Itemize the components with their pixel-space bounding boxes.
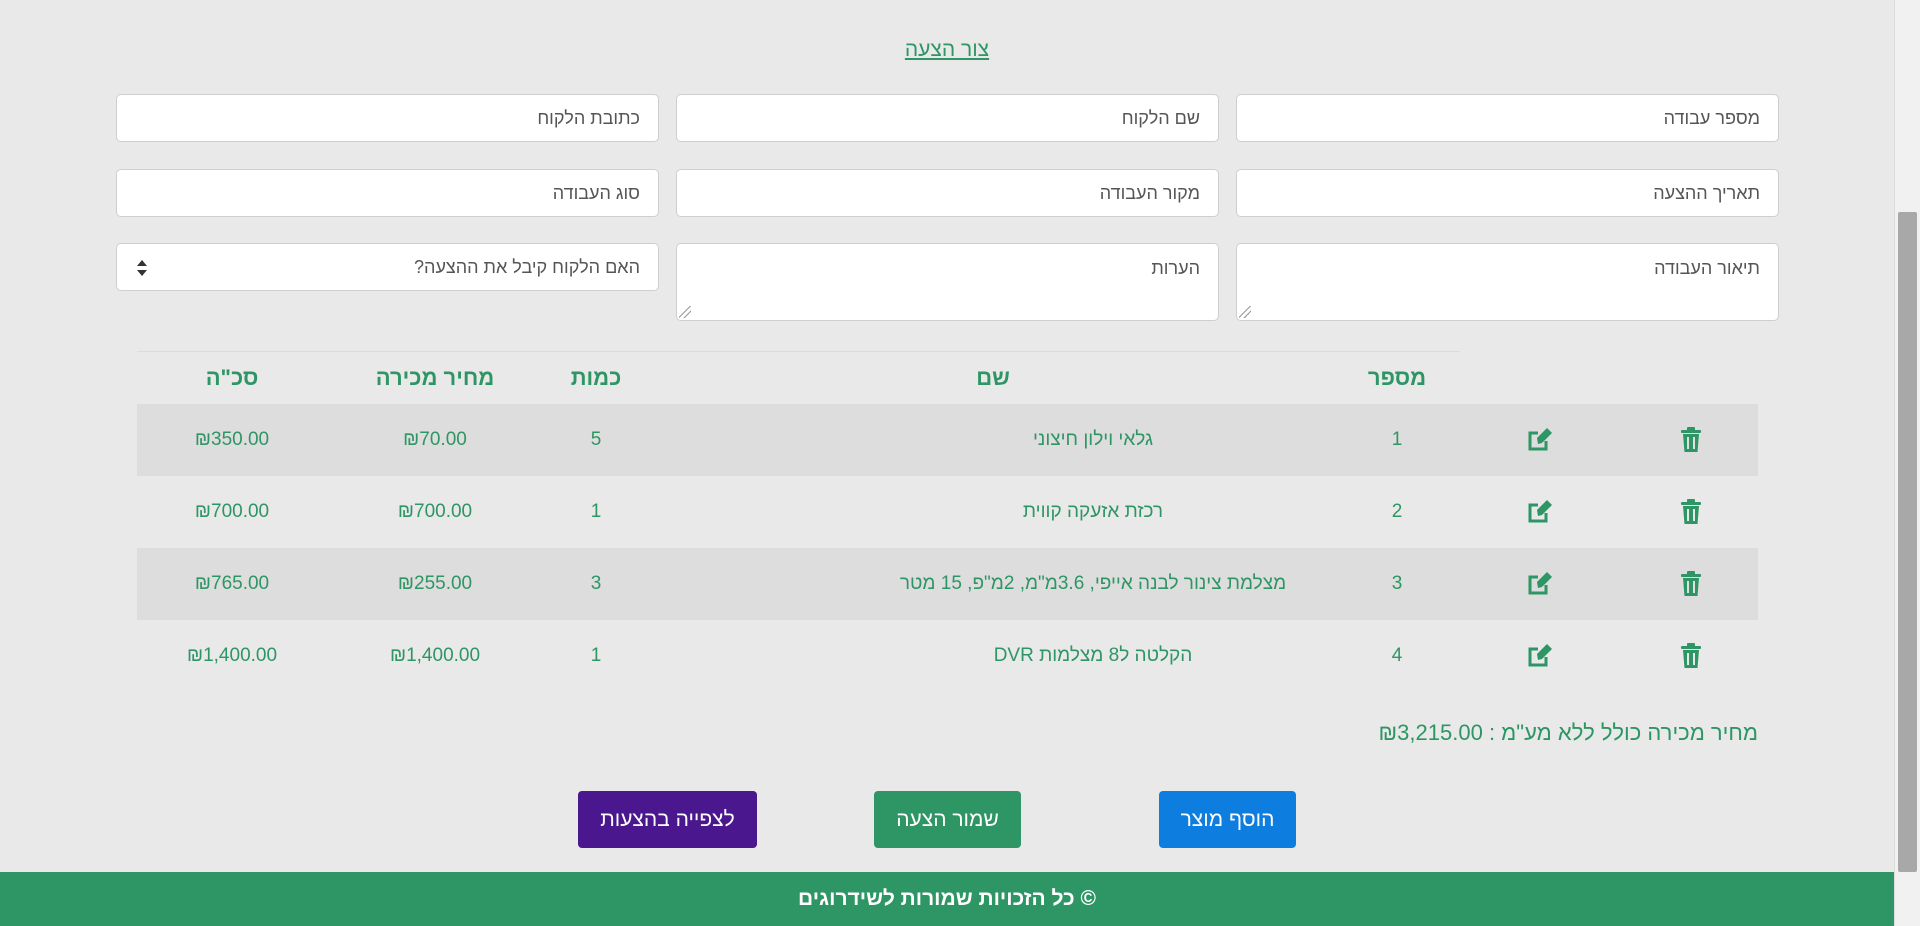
row-price: ₪1,400.00 — [389, 645, 481, 666]
row-total: ₪700.00 — [194, 501, 270, 522]
customer-name-field[interactable]: שם הלקוח — [676, 94, 1219, 142]
work-number-placeholder: מספר עבודה — [1663, 108, 1760, 128]
offer-accepted-select[interactable]: האם הלקוח קיבל את ההצעה? — [116, 243, 659, 291]
vertical-scrollbar[interactable] — [1894, 0, 1920, 926]
total-price-line: מחיר מכירה כולל ללא מע"מ : ₪3,215.00 — [1378, 720, 1759, 745]
edit-icon — [1528, 500, 1552, 523]
customer-address-field[interactable]: כתובת הלקוח — [116, 94, 659, 142]
view-offers-button[interactable]: לצפייה בהצעות — [578, 791, 757, 848]
table-row: 3 מצלמת צינור לבנה אייפי, 3.6מ"מ, 2מ"פ, … — [137, 548, 1758, 620]
table-header-top-border — [137, 351, 1460, 352]
row-total: ₪1,400.00 — [186, 645, 278, 666]
work-type-field[interactable]: סוג העבודה — [116, 169, 659, 217]
edit-row-button[interactable] — [1526, 498, 1554, 526]
row-name: הקלטה ל8 מצלמות DVR — [993, 645, 1193, 666]
delete-row-button[interactable] — [1677, 642, 1705, 670]
trash-icon — [1681, 499, 1701, 524]
work-number-field[interactable]: מספר עבודה — [1236, 94, 1779, 142]
edit-icon — [1528, 644, 1552, 667]
row-name: גלאי וילון חיצוני — [1032, 429, 1153, 450]
row-name: מצלמת צינור לבנה אייפי, 3.6מ"מ, 2מ"פ, 15… — [899, 573, 1287, 594]
delete-row-button[interactable] — [1677, 498, 1705, 526]
offer-accepted-selected-value: האם הלקוח קיבל את ההצעה? — [414, 257, 640, 277]
resize-grip-icon[interactable] — [679, 306, 691, 318]
column-header-total: סכ"ה — [205, 365, 259, 390]
table-row: 1 גלאי וילון חיצוני 5 ₪70.00 ₪350.00 — [137, 404, 1758, 476]
customer-address-placeholder: כתובת הלקוח — [537, 108, 640, 128]
work-source-field[interactable]: מקור העבודה — [676, 169, 1219, 217]
work-source-placeholder: מקור העבודה — [1099, 183, 1200, 203]
footer-copyright: © כל הזכויות שמורות לשידרוגים — [0, 872, 1894, 926]
row-total: ₪350.00 — [194, 429, 270, 450]
trash-icon — [1681, 643, 1701, 668]
notes-textarea[interactable]: הערות — [676, 243, 1219, 321]
save-offer-button[interactable]: שמור הצעה — [874, 791, 1021, 848]
row-name: רכזת אזעקה קווית — [1022, 501, 1164, 522]
page: צור הצעה מספר עבודה שם הלקוח כתובת הלקוח… — [0, 0, 1894, 926]
offer-date-placeholder: תאריך ההצעה — [1653, 183, 1760, 203]
create-offer-link[interactable]: צור הצעה — [0, 38, 1894, 62]
delete-row-button[interactable] — [1677, 570, 1705, 598]
edit-row-button[interactable] — [1526, 570, 1554, 598]
edit-row-button[interactable] — [1526, 426, 1554, 454]
select-arrows-icon — [137, 260, 147, 276]
add-product-button[interactable]: הוסף מוצר — [1159, 791, 1296, 848]
row-price: ₪700.00 — [397, 501, 473, 522]
row-price: ₪70.00 — [403, 429, 467, 450]
edit-icon — [1528, 428, 1552, 451]
notes-placeholder: הערות — [1151, 258, 1200, 278]
scrollbar-thumb[interactable] — [1898, 212, 1917, 872]
customer-name-placeholder: שם הלקוח — [1121, 108, 1200, 128]
work-description-textarea[interactable]: תיאור העבודה — [1236, 243, 1779, 321]
column-header-sale-price: מחיר מכירה — [375, 365, 495, 390]
resize-grip-icon[interactable] — [1239, 306, 1251, 318]
column-header-name: שם — [976, 365, 1010, 390]
delete-row-button[interactable] — [1677, 426, 1705, 454]
trash-icon — [1681, 571, 1701, 596]
row-price: ₪255.00 — [397, 573, 473, 594]
table-row: 2 רכזת אזעקה קווית 1 ₪700.00 ₪700.00 — [137, 476, 1758, 548]
edit-row-button[interactable] — [1526, 642, 1554, 670]
table-row: 4 הקלטה ל8 מצלמות DVR 1 ₪1,400.00 ₪1,400… — [137, 620, 1758, 692]
offer-date-field[interactable]: תאריך ההצעה — [1236, 169, 1779, 217]
work-description-placeholder: תיאור העבודה — [1654, 258, 1760, 278]
edit-icon — [1528, 572, 1552, 595]
trash-icon — [1681, 427, 1701, 452]
column-header-number: מספר — [1367, 365, 1427, 390]
work-type-placeholder: סוג העבודה — [552, 183, 640, 203]
row-total: ₪765.00 — [194, 573, 270, 594]
